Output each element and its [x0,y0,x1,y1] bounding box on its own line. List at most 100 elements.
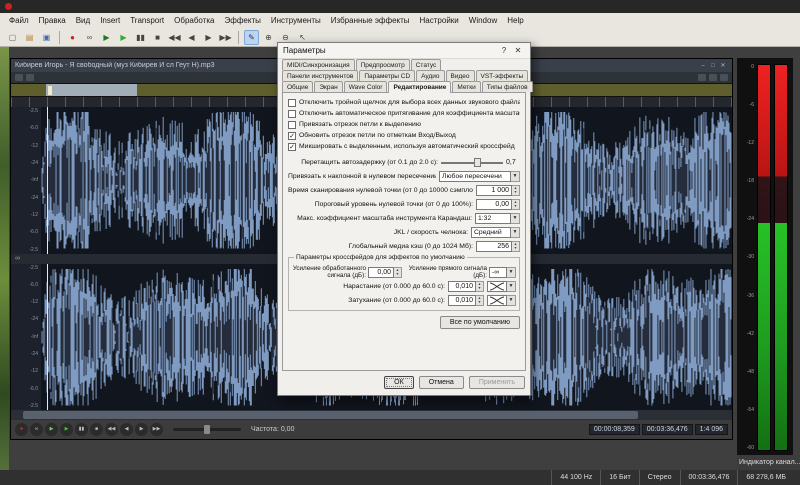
dialog-tab[interactable]: Общие [282,81,313,92]
dialog-tab[interactable]: Параметры CD [359,70,415,81]
spinner-icon[interactable]: ▲▼ [512,185,520,196]
menu-item[interactable]: Transport [125,13,169,28]
menu-item[interactable]: Эффекты [220,13,266,28]
checkbox-row[interactable]: Отключить тройной щелчок для выбора всех… [288,97,520,108]
pause-icon[interactable]: ▮▮ [133,30,148,45]
menu-item[interactable]: Инструменты [266,13,326,28]
cancel-button[interactable]: Отмена [419,376,464,389]
fade-out-curve-dropdown[interactable]: ▼ [487,295,516,306]
overview-visible-region[interactable] [46,84,137,96]
go-to-start-button[interactable]: ◀◀ [105,423,118,436]
stop-button[interactable]: ■ [90,423,103,436]
chevron-down-icon[interactable]: ▼ [507,295,516,306]
threshold-input[interactable]: 0,00 ▲▼ [476,199,520,210]
checkbox[interactable] [288,121,296,129]
defaults-button[interactable]: Все по умолчанию [440,316,520,329]
jkl-speed-dropdown[interactable]: Средний ▼ [471,227,520,238]
play-all-button[interactable]: ▶ [45,423,58,436]
stop-icon[interactable]: ■ [150,30,165,45]
menu-item[interactable]: Help [502,13,528,28]
checkbox[interactable]: ✓ [288,143,296,151]
checkbox-row[interactable]: Привязать отрезок петли к выделению [288,119,520,130]
pause-button[interactable]: ▮▮ [75,423,88,436]
dialog-tab[interactable]: Экран [314,81,342,92]
dialog-tab[interactable]: Видео [446,70,475,81]
spinner-icon[interactable]: ▲▼ [512,241,520,252]
chevron-down-icon[interactable]: ▼ [507,281,516,292]
go-end-icon[interactable]: ▶▶ [218,30,233,45]
fade-in-curve-dropdown[interactable]: ▼ [487,281,516,292]
autoseek-slider-thumb[interactable] [474,158,481,167]
dialog-tab[interactable]: VST-эффекты [476,70,529,81]
checkbox-row[interactable]: Отключить автоматическое притягивание дл… [288,108,520,119]
spinner-icon[interactable]: ▲▼ [394,267,402,278]
menu-item[interactable]: Window [464,13,502,28]
dialog-tab[interactable]: Панели инструментов [282,70,358,81]
fade-in-time-input[interactable]: 0,010 ▲▼ [448,281,484,292]
fade-out-time-input[interactable]: 0,010 ▲▼ [448,295,484,306]
pencil-zoom-dropdown[interactable]: 1:32 ▼ [475,213,520,224]
loop-icon[interactable]: ∞ [82,30,97,45]
dry-gain-dropdown[interactable]: -∞ ▼ [489,267,516,278]
snap-zero-dropdown[interactable]: Любое пересечени ▼ [439,171,520,182]
chevron-down-icon[interactable]: ▼ [511,227,520,238]
dialog-tab[interactable]: Типы файлов [482,81,533,92]
menu-item[interactable]: Правка [34,13,71,28]
chevron-down-icon[interactable]: ▼ [511,171,520,182]
editor-zoom-button[interactable] [709,74,717,81]
dialog-help-button[interactable]: ? [497,46,511,55]
editor-restore-button[interactable]: □ [708,63,718,69]
checkbox[interactable] [288,110,296,118]
dialog-tab[interactable]: Редактирование [388,81,451,93]
checkbox[interactable]: ✓ [288,132,296,140]
menu-item[interactable]: Настройки [415,13,464,28]
record-button[interactable]: ● [15,423,28,436]
spinner-icon[interactable]: ▲▼ [476,281,484,292]
open-file-icon[interactable]: ▤ [22,30,37,45]
wet-gain-input[interactable]: 0,00 ▲▼ [368,267,402,278]
editor-close-button[interactable]: ✕ [718,62,728,69]
new-file-icon[interactable]: ▢ [5,30,20,45]
edit-tool-icon[interactable]: ✎ [244,30,259,45]
play-button[interactable]: ▶ [60,423,73,436]
meter-panel-title[interactable]: Индикатор канал... [737,455,800,470]
editor-zoom-button[interactable] [698,74,706,81]
dialog-tab[interactable]: Метки [452,81,480,92]
zoom-in-icon[interactable]: ⊕ [261,30,276,45]
editor-tool-button[interactable] [15,74,23,81]
menu-item[interactable]: Обработка [169,13,219,28]
checkbox[interactable] [288,99,296,107]
dialog-tab[interactable]: MIDI/Синхронизация [282,59,355,70]
rewind-button[interactable]: ◀ [120,423,133,436]
forward-button[interactable]: ▶ [135,423,148,436]
editor-zoom-button[interactable] [720,74,728,81]
toolbar-icon[interactable] [59,31,60,44]
dialog-titlebar[interactable]: Параметры ? ✕ [278,43,530,59]
rewind-icon[interactable]: ◀ [184,30,199,45]
checkbox-row[interactable]: ✓ Обновить отрезок петли по отметкам Вхо… [288,130,520,141]
media-cache-input[interactable]: 256 ▲▼ [476,241,520,252]
dialog-tab[interactable]: Статус [411,59,442,70]
ok-button[interactable]: ОК [384,376,414,389]
go-to-end-button[interactable]: ▶▶ [150,423,163,436]
autoseek-slider[interactable] [441,157,503,168]
chevron-down-icon[interactable]: ▼ [507,267,516,278]
shuttle-slider[interactable] [173,428,241,431]
toolbar-icon[interactable] [238,31,239,44]
loop-playback-button[interactable]: ∞ [30,423,43,436]
forward-icon[interactable]: ▶ [201,30,216,45]
spinner-icon[interactable]: ▲▼ [512,199,520,210]
menu-item[interactable]: Insert [95,13,125,28]
horizontal-scrollbar[interactable] [11,410,732,420]
dialog-close-button[interactable]: ✕ [511,46,525,55]
menu-item[interactable]: Вид [71,13,95,28]
chevron-down-icon[interactable]: ▼ [511,213,520,224]
dialog-tab[interactable]: Аудио [416,70,444,81]
shuttle-slider-thumb[interactable] [204,425,210,434]
go-start-icon[interactable]: ◀◀ [167,30,182,45]
dialog-tab[interactable]: Wave Color [344,81,388,92]
save-icon[interactable]: ▣ [39,30,54,45]
play-all-icon[interactable]: ▶ [99,30,114,45]
record-icon[interactable]: ● [65,30,80,45]
menu-item[interactable]: Избранные эффекты [326,13,415,28]
